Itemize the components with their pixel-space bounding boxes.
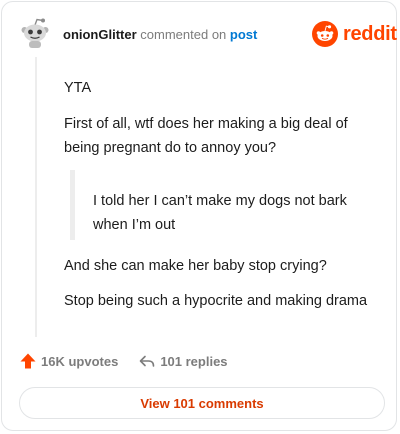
- blockquote-text: I told her I can’t make my dogs not bark…: [93, 193, 347, 233]
- comment-text-line-3: And she can make her baby stop crying?: [64, 258, 327, 274]
- reply-arrow-icon: [140, 355, 155, 367]
- commented-on-label: commented on: [140, 27, 227, 42]
- username-link[interactable]: onionGlitter: [63, 27, 137, 42]
- upvote-count: 16K upvotes: [41, 353, 119, 369]
- view-comments-button[interactable]: View 101 comments: [19, 387, 385, 419]
- upvote-button[interactable]: 16K upvotes: [19, 352, 118, 370]
- comment-actions: 16K upvotes 101 replies: [19, 352, 228, 370]
- reddit-logo[interactable]: reddit: [312, 21, 397, 47]
- comment-text-line-4: Stop being such a hypocrite and making d…: [64, 293, 368, 309]
- blockquote-bar: [70, 170, 75, 240]
- post-link[interactable]: post: [230, 27, 257, 42]
- upvote-arrow-icon: [20, 353, 36, 369]
- comment-text-line-2: First of all, wtf does her making a big …: [64, 116, 348, 156]
- comment-text-line-1: YTA: [64, 80, 92, 96]
- snoo-avatar-icon[interactable]: [19, 17, 51, 49]
- reddit-wordmark: reddit: [343, 22, 397, 45]
- comment-card: onionGlitter commented on post reddit YT…: [1, 1, 397, 431]
- reddit-snoo-icon: [312, 21, 338, 47]
- reply-count: 101 replies: [160, 353, 228, 369]
- view-comments-label: View 101 comments: [140, 395, 264, 411]
- reply-button[interactable]: 101 replies: [138, 352, 228, 370]
- comment-header: onionGlitter commented on post: [63, 27, 257, 42]
- thread-line[interactable]: [35, 57, 37, 337]
